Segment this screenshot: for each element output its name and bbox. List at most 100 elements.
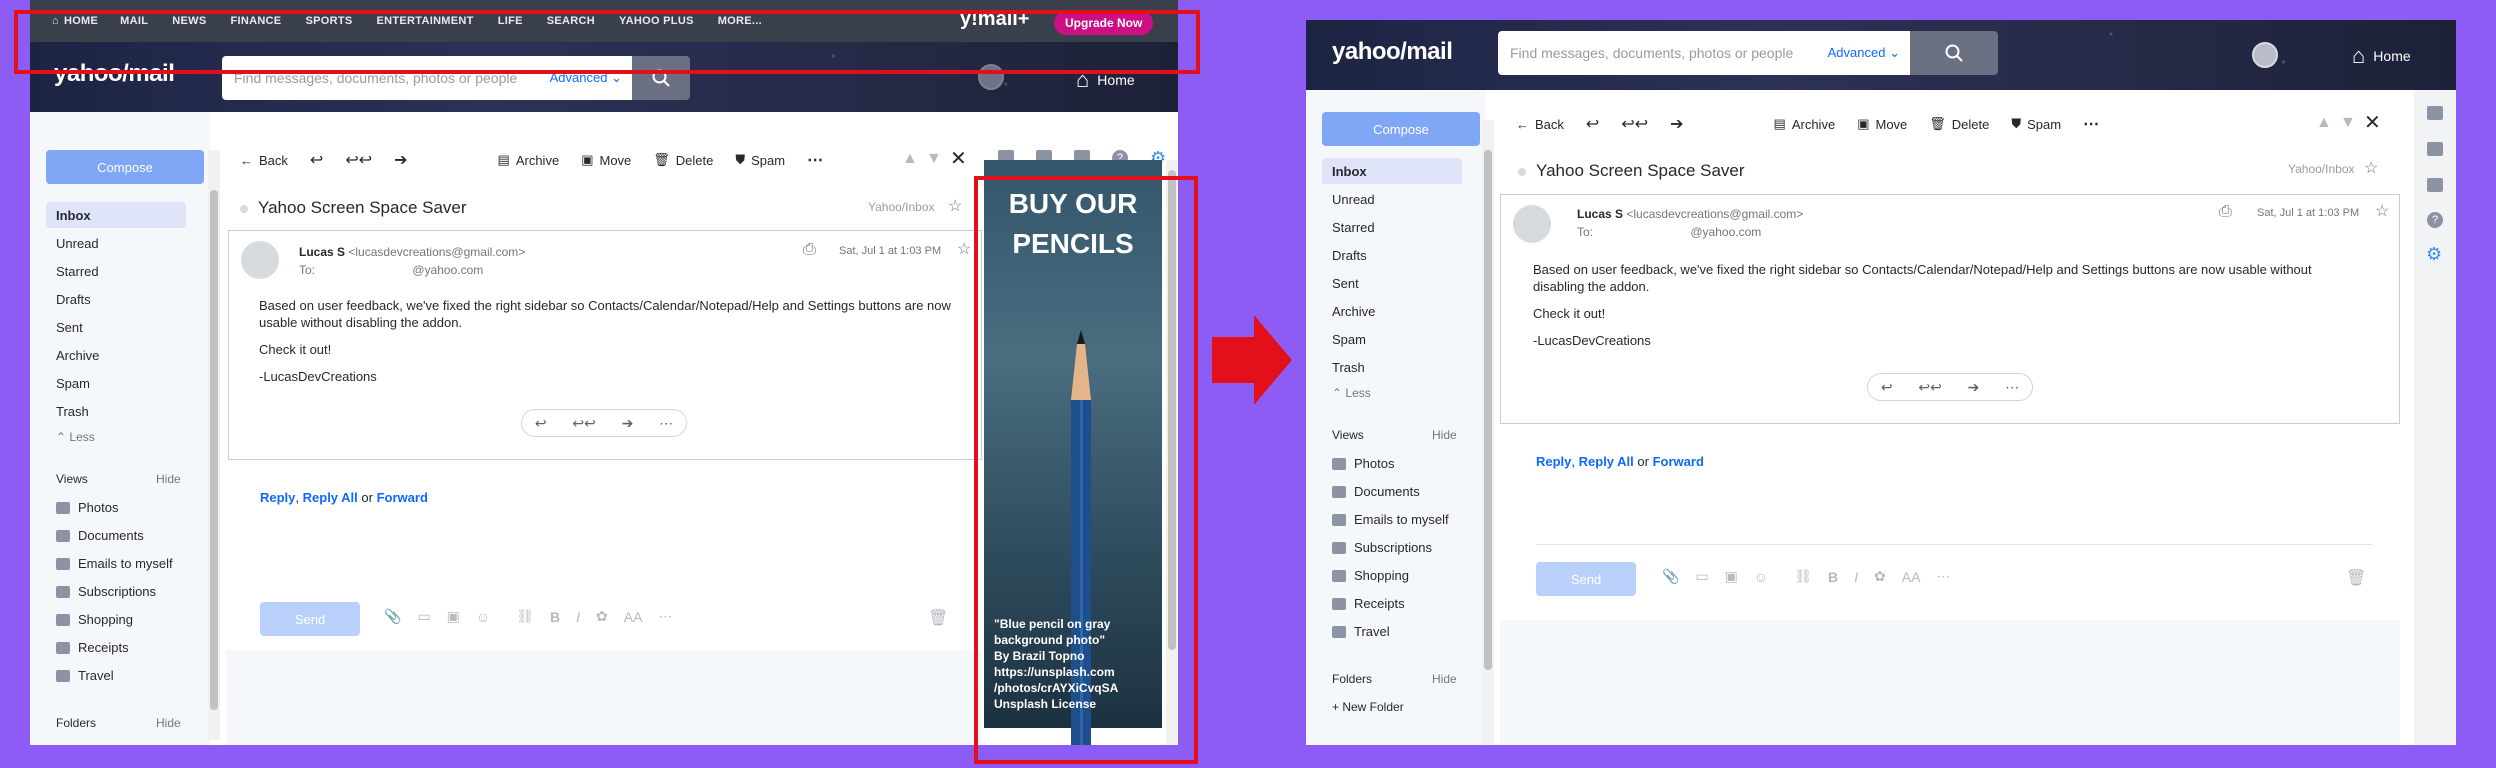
- back-button[interactable]: ← Back: [240, 153, 288, 168]
- send-button[interactable]: Send: [260, 602, 360, 636]
- print-icon[interactable]: ⎙: [803, 241, 816, 259]
- attachment-icon[interactable]: 📎: [1662, 568, 1679, 585]
- sidebar-scrollbar[interactable]: [208, 150, 220, 740]
- star-icon[interactable]: ☆: [2364, 158, 2378, 178]
- close-icon[interactable]: ✕: [2364, 110, 2381, 135]
- folder-trash[interactable]: Trash: [1322, 354, 1365, 380]
- view-travel[interactable]: Travel: [46, 668, 114, 683]
- help-icon[interactable]: ?: [2427, 212, 2443, 228]
- contacts-icon[interactable]: [2427, 106, 2443, 120]
- folder-drafts[interactable]: Drafts: [1322, 242, 1367, 268]
- folders-hide-button[interactable]: Hide: [1422, 666, 1457, 692]
- view-receipts[interactable]: Receipts: [46, 640, 129, 655]
- spam-button[interactable]: ⛊ Spam: [735, 152, 785, 168]
- previous-message-icon[interactable]: ▲: [2316, 114, 2332, 132]
- view-documents[interactable]: Documents: [46, 528, 144, 543]
- reply-icon[interactable]: ↩: [1881, 379, 1893, 396]
- link-icon[interactable]: ⛓: [1794, 568, 1812, 585]
- forward-link[interactable]: Forward: [377, 490, 428, 505]
- folder-spam[interactable]: Spam: [1322, 326, 1366, 352]
- view-emails-to-myself[interactable]: Emails to myself: [46, 556, 173, 571]
- next-message-icon[interactable]: ▼: [926, 150, 942, 168]
- folder-spam[interactable]: Spam: [46, 370, 90, 396]
- view-receipts[interactable]: Receipts: [1322, 596, 1405, 611]
- folder-sent[interactable]: Sent: [46, 314, 83, 340]
- color-icon[interactable]: ✿: [596, 608, 608, 625]
- view-emails-to-myself[interactable]: Emails to myself: [1322, 512, 1449, 527]
- emoji-icon[interactable]: ☺: [1754, 569, 1768, 585]
- delete-button[interactable]: 🗑 Delete: [1929, 116, 1989, 132]
- more-icon[interactable]: ⋯: [807, 150, 823, 170]
- archive-button[interactable]: ▤ Archive: [498, 152, 560, 168]
- italic-icon[interactable]: I: [576, 609, 580, 625]
- forward-icon[interactable]: ➔: [394, 150, 407, 170]
- reply-all-icon[interactable]: ↩↩: [1918, 379, 1941, 396]
- star-icon[interactable]: ☆: [948, 196, 962, 216]
- view-documents[interactable]: Documents: [1322, 484, 1420, 499]
- view-subscriptions[interactable]: Subscriptions: [1322, 540, 1432, 555]
- folder-starred[interactable]: Starred: [1322, 214, 1375, 240]
- sidebar-scrollbar[interactable]: [1482, 120, 1494, 745]
- compose-button[interactable]: Compose: [1322, 112, 1480, 146]
- back-button[interactable]: ← Back: [1516, 117, 1564, 132]
- reply-all-icon[interactable]: ↩↩: [345, 150, 372, 170]
- folder-archive[interactable]: Archive: [1322, 298, 1375, 324]
- reply-icon[interactable]: ↩: [535, 415, 547, 432]
- reply-all-link[interactable]: Reply All: [303, 490, 358, 505]
- forward-link[interactable]: Forward: [1653, 454, 1704, 469]
- gif-icon[interactable]: ▭: [1695, 568, 1708, 585]
- gif-icon[interactable]: ▭: [417, 608, 430, 625]
- folder-unread[interactable]: Unread: [46, 230, 99, 256]
- reply-all-icon[interactable]: ↩↩: [572, 415, 595, 432]
- forward-icon[interactable]: ➔: [622, 415, 634, 432]
- calendar-icon[interactable]: [2427, 142, 2443, 156]
- more-icon[interactable]: ⋯: [659, 415, 673, 432]
- advanced-search-toggle[interactable]: Advanced ⌄: [1828, 45, 1900, 61]
- settings-gear-icon[interactable]: ⚙: [2426, 244, 2442, 265]
- archive-button[interactable]: ▤ Archive: [1774, 116, 1836, 132]
- star-icon[interactable]: ☆: [2375, 201, 2389, 221]
- folder-starred[interactable]: Starred: [46, 258, 99, 284]
- attachment-icon[interactable]: 📎: [384, 608, 401, 625]
- more-icon[interactable]: ⋯: [658, 608, 672, 625]
- bold-icon[interactable]: B: [1828, 569, 1838, 585]
- discard-trash-icon[interactable]: 🗑: [928, 608, 948, 628]
- less-toggle[interactable]: ⌃ Less: [46, 424, 95, 450]
- sticker-icon[interactable]: ▣: [1725, 568, 1738, 585]
- folder-sent[interactable]: Sent: [1322, 270, 1359, 296]
- folders-hide-button[interactable]: Hide: [146, 710, 181, 736]
- reply-all-link[interactable]: Reply All: [1579, 454, 1634, 469]
- search-button[interactable]: [1910, 31, 1998, 75]
- italic-icon[interactable]: I: [1854, 569, 1858, 585]
- views-hide-button[interactable]: Hide: [146, 466, 181, 492]
- more-icon[interactable]: ⋯: [2083, 114, 2099, 134]
- delete-button[interactable]: 🗑 Delete: [653, 152, 713, 168]
- view-photos[interactable]: Photos: [1322, 456, 1394, 471]
- folder-archive[interactable]: Archive: [46, 342, 99, 368]
- view-shopping[interactable]: Shopping: [1322, 568, 1409, 583]
- link-icon[interactable]: ⛓: [516, 608, 534, 625]
- reply-icon[interactable]: ↩: [310, 150, 323, 170]
- folder-trash[interactable]: Trash: [46, 398, 89, 424]
- home-link[interactable]: ⌂ Home: [2352, 43, 2411, 69]
- send-button[interactable]: Send: [1536, 562, 1636, 596]
- spam-button[interactable]: ⛊ Spam: [2011, 116, 2061, 132]
- move-button[interactable]: ▣ Move: [581, 152, 631, 168]
- notepad-icon[interactable]: [2427, 178, 2443, 192]
- font-size-icon[interactable]: AA: [624, 609, 643, 625]
- folder-drafts[interactable]: Drafts: [46, 286, 91, 312]
- compose-button[interactable]: Compose: [46, 150, 204, 184]
- reply-icon[interactable]: ↩: [1586, 114, 1599, 134]
- reply-all-icon[interactable]: ↩↩: [1621, 114, 1648, 134]
- account-avatar[interactable]: [2252, 42, 2278, 68]
- discard-trash-icon[interactable]: 🗑: [2346, 568, 2366, 588]
- bold-icon[interactable]: B: [550, 609, 560, 625]
- less-toggle[interactable]: ⌃ Less: [1322, 380, 1371, 406]
- folder-unread[interactable]: Unread: [1322, 186, 1375, 212]
- folder-inbox[interactable]: Inbox: [46, 202, 186, 228]
- move-button[interactable]: ▣ Move: [1857, 116, 1907, 132]
- forward-icon[interactable]: ➔: [1670, 114, 1683, 134]
- view-photos[interactable]: Photos: [46, 500, 118, 515]
- view-subscriptions[interactable]: Subscriptions: [46, 584, 156, 599]
- more-icon[interactable]: ⋯: [2005, 379, 2019, 396]
